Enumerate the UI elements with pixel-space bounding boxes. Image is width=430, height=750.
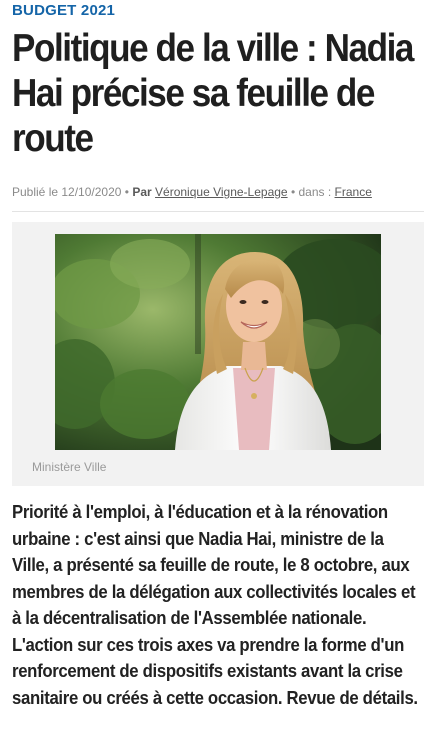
by-label: Par (132, 185, 152, 199)
article: BUDGET 2021 Politique de la ville : Nadi… (0, 0, 430, 750)
byline: Publié le 12/10/2020 • Par Véronique Vig… (12, 185, 372, 199)
portrait-photo[interactable] (55, 234, 381, 450)
article-title: Politique de la ville : Nadia Hai précis… (12, 27, 414, 160)
in-label: dans : (298, 185, 332, 199)
article-figure: Ministère Ville (12, 222, 424, 486)
author-link[interactable]: Véronique Vigne-Lepage (155, 185, 288, 199)
byline-separator: • (124, 185, 129, 199)
rubric-link[interactable]: BUDGET 2021 (12, 2, 115, 19)
byline-separator: • (290, 185, 296, 199)
publish-date: 12/10/2020 (61, 185, 122, 199)
divider (12, 211, 424, 212)
portrait-photo-illustration (55, 234, 381, 450)
published-label: Publié le (12, 185, 59, 199)
article-lede: Priorité à l'emploi, à l'éducation et à … (12, 502, 418, 708)
photo-credit: Ministère Ville (32, 460, 107, 474)
section-link[interactable]: France (335, 185, 372, 199)
